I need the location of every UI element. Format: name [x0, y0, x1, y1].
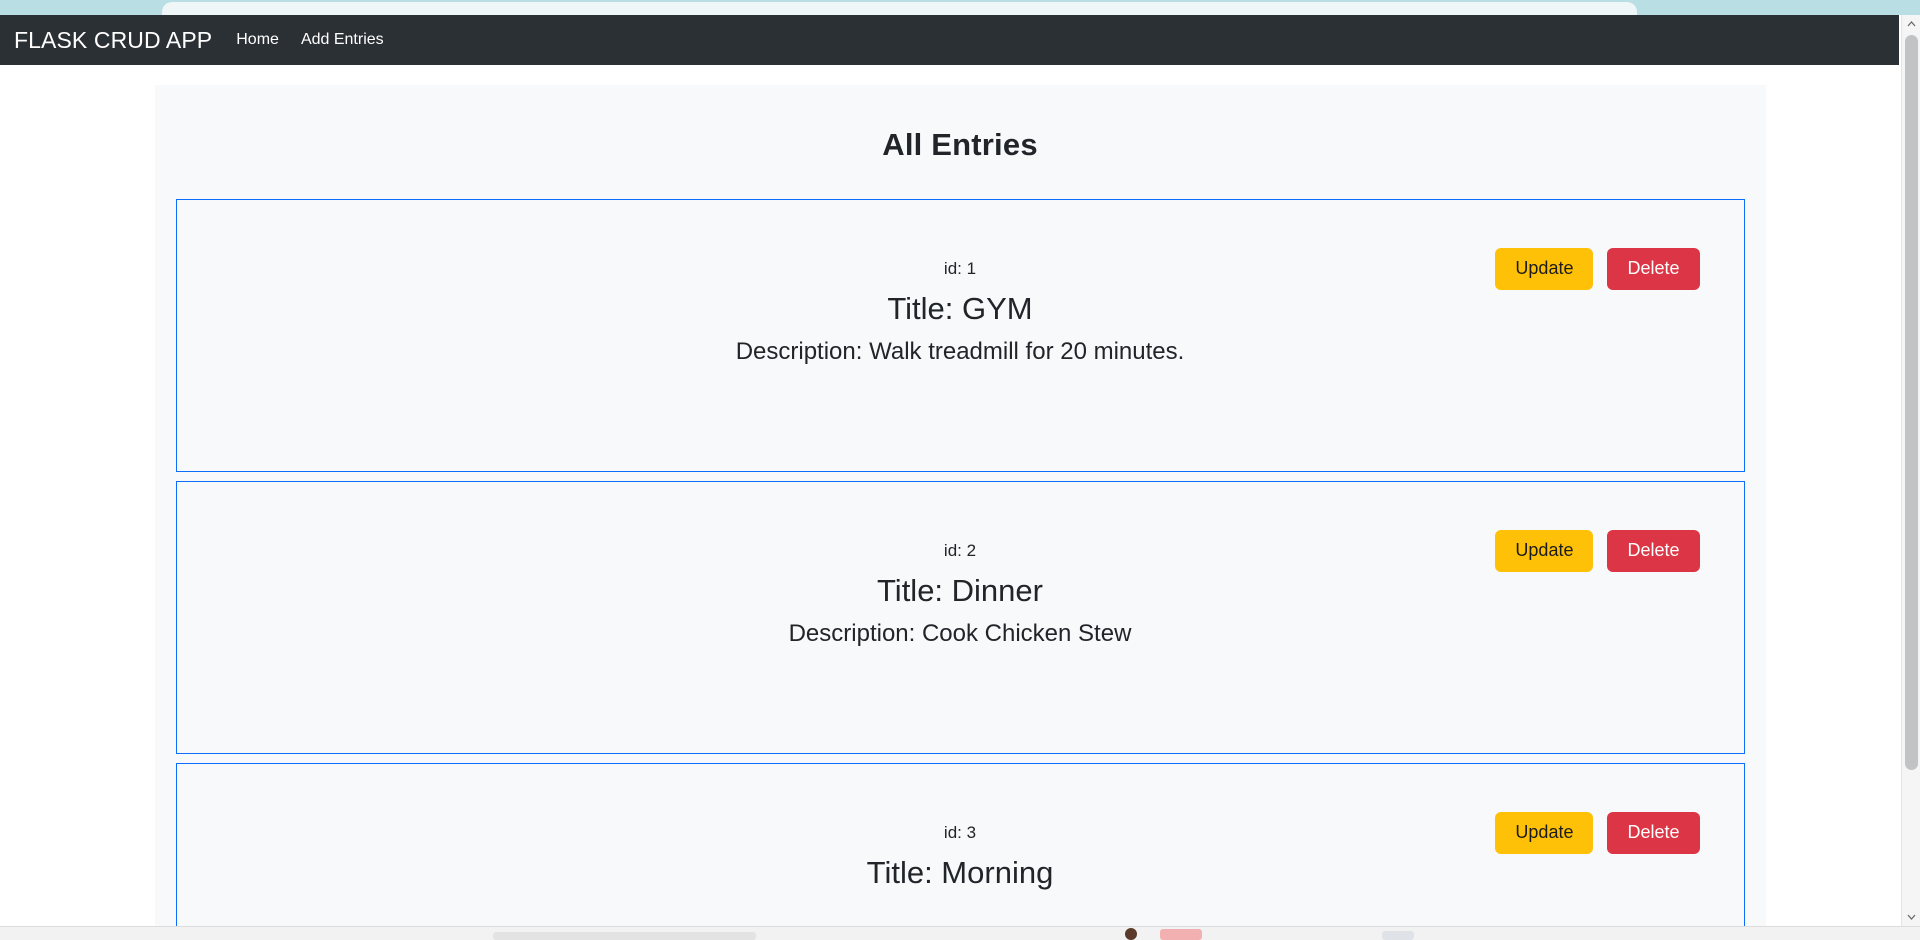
entry-actions: Update Delete	[1495, 812, 1700, 854]
browser-tab-strip	[0, 0, 1920, 15]
chevron-down-icon	[1907, 914, 1916, 920]
taskbar-app-icon-3[interactable]	[1382, 931, 1414, 940]
update-button[interactable]: Update	[1495, 812, 1594, 854]
page-scrollbar[interactable]	[1901, 15, 1920, 926]
entry-card-body: id: 3 Title: Morning Update Delete	[177, 764, 1744, 926]
taskbar-search-chip[interactable]	[493, 932, 756, 940]
update-button[interactable]: Update	[1495, 248, 1594, 290]
scroll-up-button[interactable]	[1902, 15, 1920, 33]
page-viewport: FLASK CRUD APP Home Add Entries All Entr…	[0, 15, 1920, 926]
page-title: All Entries	[882, 127, 1038, 162]
taskbar-app-icon-2[interactable]	[1160, 929, 1202, 940]
entry-card: id: 2 Title: Dinner Description: Cook Ch…	[175, 481, 1745, 754]
scroll-down-button[interactable]	[1902, 908, 1920, 926]
nav-link-home[interactable]: Home	[236, 31, 279, 49]
taskbar-app-icon[interactable]	[1125, 928, 1137, 940]
delete-button[interactable]: Delete	[1607, 530, 1700, 572]
chevron-up-icon	[1907, 21, 1916, 27]
entry-description: Description: Cook Chicken Stew	[788, 620, 1132, 648]
entry-title: Title: GYM	[887, 290, 1033, 326]
nav-link-add-entries[interactable]: Add Entries	[301, 31, 384, 49]
entry-title: Title: Dinner	[877, 572, 1043, 608]
entry-card-body: id: 2 Title: Dinner Description: Cook Ch…	[177, 482, 1744, 753]
entry-actions: Update Delete	[1495, 248, 1700, 290]
delete-button[interactable]: Delete	[1607, 248, 1700, 290]
entry-card: id: 3 Title: Morning Update Delete	[175, 763, 1745, 926]
entry-title: Title: Morning	[866, 854, 1054, 890]
browser-tab[interactable]	[162, 2, 1637, 15]
delete-button[interactable]: Delete	[1607, 812, 1700, 854]
entry-actions: Update Delete	[1495, 530, 1700, 572]
entries-list: id: 1 Title: GYM Description: Walk tread…	[155, 199, 1766, 926]
entry-description: Description: Walk treadmill for 20 minut…	[735, 338, 1185, 366]
content-container: All Entries id: 1 Title: GYM Description…	[154, 85, 1766, 926]
update-button[interactable]: Update	[1495, 530, 1594, 572]
navbar: FLASK CRUD APP Home Add Entries	[0, 15, 1899, 65]
entry-card: id: 1 Title: GYM Description: Walk tread…	[175, 199, 1745, 472]
os-taskbar	[0, 926, 1920, 940]
navbar-brand[interactable]: FLASK CRUD APP	[14, 27, 212, 54]
navbar-links: Home Add Entries	[236, 31, 383, 49]
screen: FLASK CRUD APP Home Add Entries All Entr…	[0, 0, 1920, 940]
scrollbar-thumb[interactable]	[1905, 35, 1918, 770]
entry-card-body: id: 1 Title: GYM Description: Walk tread…	[177, 200, 1744, 471]
